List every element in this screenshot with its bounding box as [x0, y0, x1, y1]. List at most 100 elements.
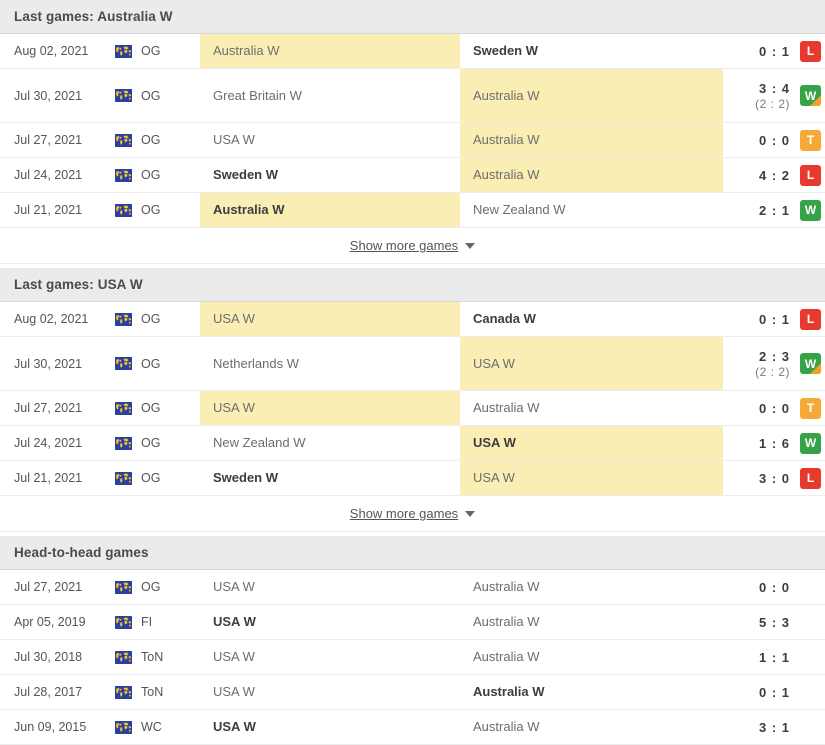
table-row[interactable]: Jul 30, 2021 OG Netherlands W USA W 2 : 3 (2 … [0, 337, 825, 391]
competition-label: OG [141, 88, 161, 103]
world-map-icon [115, 471, 132, 485]
table-row[interactable]: Jul 27, 2021 OG USA W Australia W 0 : 0 T [0, 123, 825, 158]
score-cell: 5 : 3 [723, 605, 796, 639]
final-score: 3 : 1 [758, 719, 790, 735]
competition-label: OG [141, 471, 161, 485]
world-map-icon [115, 312, 132, 326]
table-row[interactable]: Apr 05, 2019 FI USA W Australia W 5 : 3 [0, 605, 825, 640]
home-team-cell: USA W [200, 123, 460, 157]
away-team-name: Australia W [473, 614, 540, 630]
competition-cell: OG [110, 426, 200, 460]
final-score: 3 : 4 [758, 80, 790, 96]
table-row[interactable]: Jul 28, 2017 ToN USA W Australia W 0 : 1 [0, 675, 825, 710]
competition-cell: OG [110, 302, 200, 336]
final-score: 0 : 1 [758, 311, 790, 327]
game-date: Jul 30, 2021 [14, 356, 83, 371]
status-badge-label: W [804, 203, 817, 217]
competition-label: FI [141, 615, 153, 629]
competition-label: OG [141, 580, 161, 594]
final-score: 2 : 3 [758, 348, 790, 364]
section-last-games-australia: Last games: Australia W Aug 02, 2021 OG Aus… [0, 0, 825, 268]
section-header: Last games: USA W [0, 268, 825, 302]
competition-label: WC [141, 720, 162, 734]
table-row[interactable]: Aug 02, 2021 OG USA W Canada W 0 : 1 L [0, 302, 825, 337]
home-team-cell: Netherlands W [200, 337, 460, 390]
home-team-cell: USA W [200, 391, 460, 425]
away-team-cell: Australia W [460, 605, 723, 639]
game-date: Jul 27, 2021 [14, 401, 83, 415]
home-team-cell: USA W [200, 640, 460, 674]
game-date: Jul 28, 2017 [14, 685, 83, 699]
competition-label: ToN [141, 650, 164, 664]
result-badge-cell [796, 710, 825, 744]
status-badge: W [800, 199, 821, 221]
home-team-name: USA W [213, 614, 256, 630]
status-badge: L [800, 40, 821, 62]
score-cell: 3 : 0 [723, 461, 796, 495]
game-list: Aug 02, 2021 OG Australia W Sweden W0 : 1LJ… [0, 34, 825, 228]
result-badge-cell [796, 675, 825, 709]
away-team-cell: Australia W [460, 123, 723, 157]
table-row[interactable]: Jul 24, 2021 OG New Zealand W USA W 1 : 6 W [0, 426, 825, 461]
table-row[interactable]: Jul 24, 2021 OG Sweden W Australia W 4 : 2 L [0, 158, 825, 193]
status-badge: W [800, 432, 821, 454]
home-team-name: New Zealand W [213, 435, 306, 451]
world-map-icon [115, 685, 132, 699]
competition-cell: WC [110, 710, 200, 744]
home-team-cell: Australia W [200, 193, 460, 227]
home-team-cell: USA W [200, 710, 460, 744]
competition-label: OG [141, 203, 161, 217]
competition-cell: OG [110, 34, 200, 68]
status-badge-label: L [806, 44, 815, 58]
table-row[interactable]: Jul 27, 2021 OG USA W Australia W 0 : 0 [0, 570, 825, 605]
away-team-name: Australia W [473, 684, 545, 700]
show-more-games-button[interactable]: Show more games [350, 238, 476, 253]
world-map-icon [115, 133, 132, 147]
show-more-games-button[interactable]: Show more games [350, 506, 476, 521]
result-badge-cell [796, 640, 825, 674]
result-badge-cell: L [796, 461, 825, 495]
section-last-games-usa: Last games: USA W Aug 02, 2021 OG USA W Cana… [0, 268, 825, 536]
result-badge-cell: T [796, 123, 825, 157]
result-badge-cell: L [796, 34, 825, 68]
home-team-name: Australia W [213, 43, 280, 59]
table-row[interactable]: Jul 21, 2021 OG Sweden W USA W 3 : 0 L [0, 461, 825, 496]
world-map-icon [115, 203, 132, 217]
section-title: Last games: Australia W [14, 9, 173, 24]
home-team-name: Sweden W [213, 470, 279, 486]
home-team-cell: Australia W [200, 34, 460, 68]
competition-label: OG [141, 436, 161, 450]
status-badge: L [800, 164, 821, 186]
table-row[interactable]: Jul 27, 2021 OG USA W Australia W 0 : 0 T [0, 391, 825, 426]
competition-cell: OG [110, 69, 200, 122]
game-date: Jul 27, 2021 [14, 580, 83, 594]
result-badge-cell [796, 570, 825, 604]
table-row[interactable]: Jul 30, 2018 ToN USA W Australia W 1 : 1 [0, 640, 825, 675]
status-badge: L [800, 308, 821, 330]
competition-label: ToN [141, 685, 164, 699]
section-head-to-head: Head-to-head games Jul 27, 2021 OG USA W Aus… [0, 536, 825, 745]
chevron-down-icon [465, 242, 476, 249]
score-cell: 0 : 1 [723, 675, 796, 709]
game-date: Jul 30, 2018 [14, 650, 83, 664]
away-team-name: Canada W [473, 311, 536, 327]
game-date: Jul 21, 2021 [14, 203, 83, 217]
world-map-icon [115, 615, 132, 629]
away-team-cell: Australia W [460, 69, 723, 122]
competition-label: OG [141, 356, 161, 371]
away-team-cell: Australia W [460, 640, 723, 674]
game-date: Jul 21, 2021 [14, 471, 83, 485]
table-row[interactable]: Jul 30, 2021 OG Great Britain W Australia W… [0, 69, 825, 123]
away-team-name: Australia W [473, 167, 540, 183]
competition-cell: OG [110, 123, 200, 157]
away-team-cell: Australia W [460, 570, 723, 604]
away-team-cell: USA W [460, 426, 723, 460]
away-team-cell: Canada W [460, 302, 723, 336]
away-team-cell: Australia W [460, 710, 723, 744]
table-row[interactable]: Jul 21, 2021 OG Australia W New Zealand W 2 … [0, 193, 825, 228]
away-team-cell: Australia W [460, 675, 723, 709]
score-cell: 3 : 1 [723, 710, 796, 744]
away-team-name: Australia W [473, 400, 540, 416]
table-row[interactable]: Aug 02, 2021 OG Australia W Sweden W 0 : 1 L [0, 34, 825, 69]
halftime-score: (2 : 2) [755, 364, 790, 379]
